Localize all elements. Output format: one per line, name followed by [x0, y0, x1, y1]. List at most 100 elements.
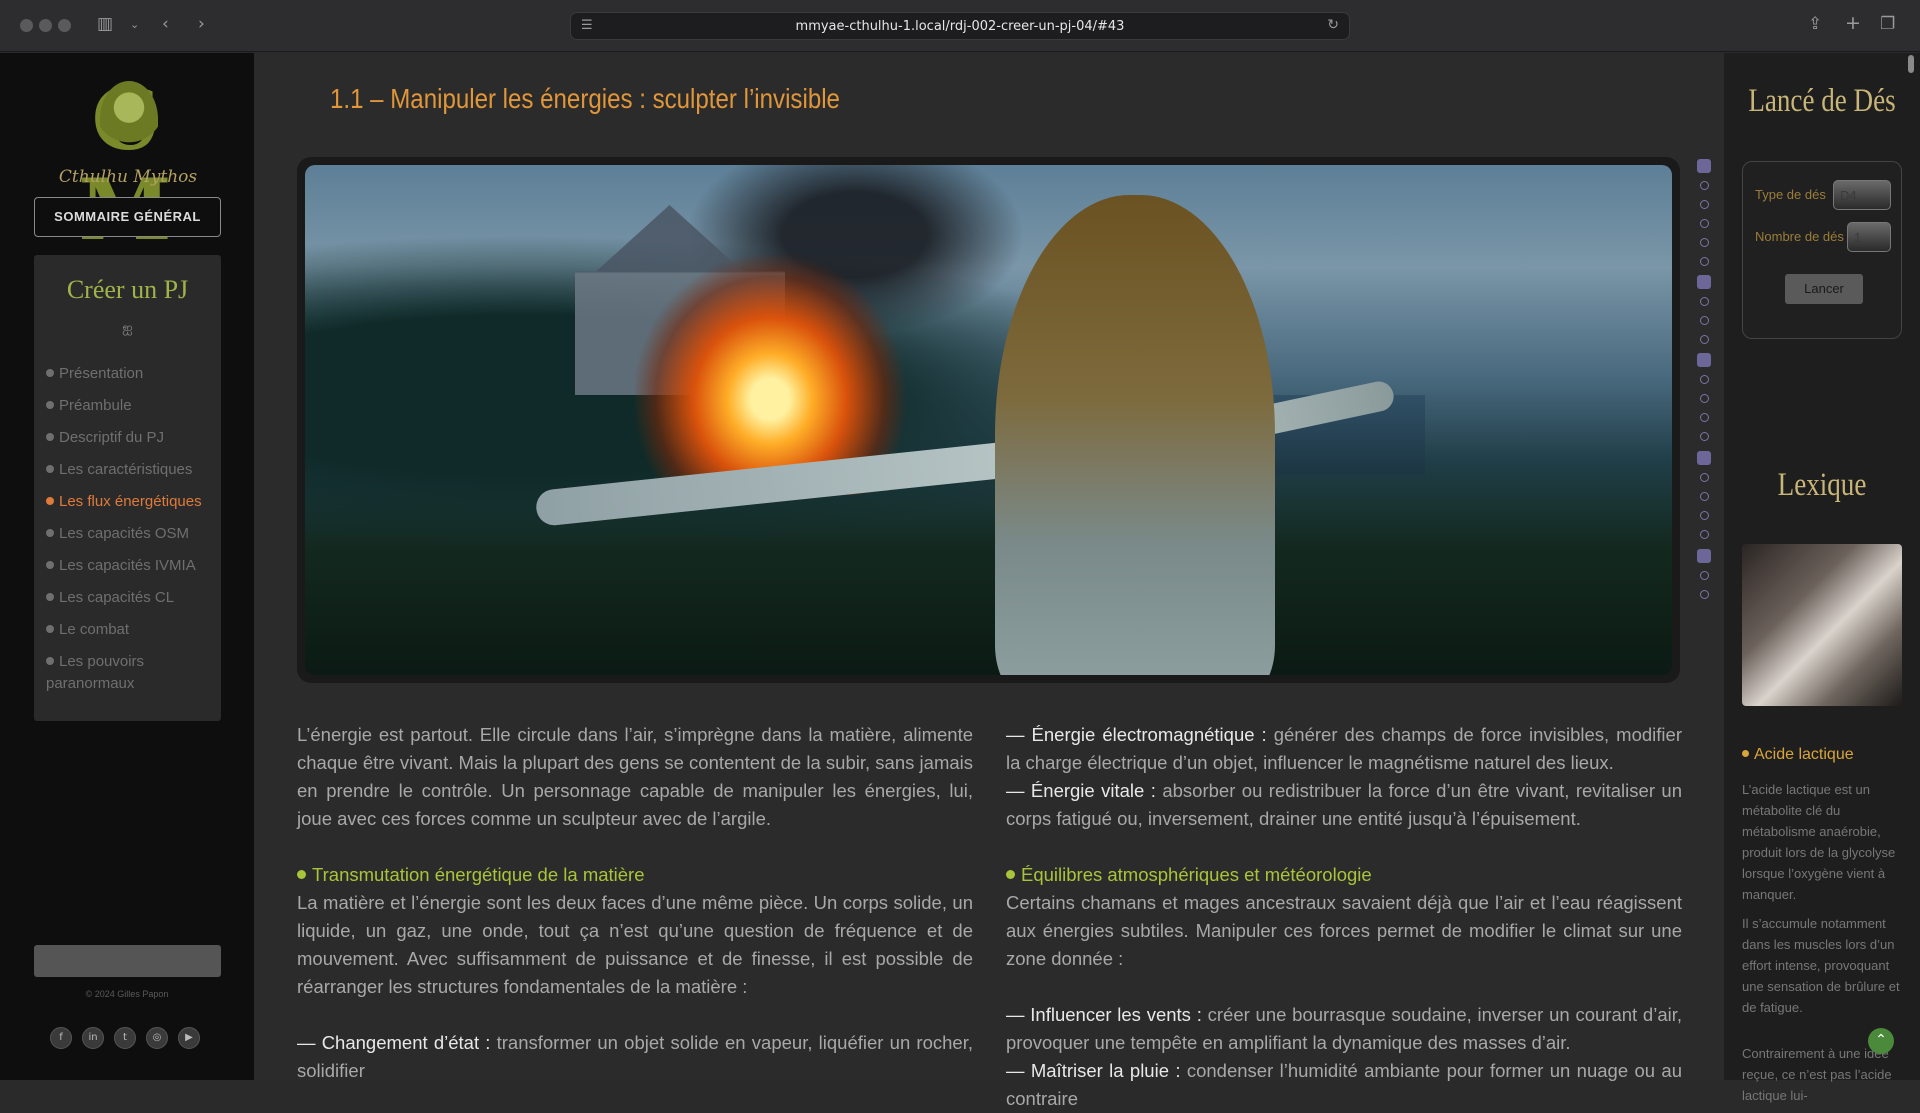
section-nav-dot[interactable]	[1700, 432, 1709, 441]
social-links: f in t ◎ ▶	[50, 1027, 220, 1049]
section-nav-dot[interactable]	[1700, 181, 1709, 190]
toc-item-label: Les capacités OSM	[59, 525, 190, 542]
section-nav-dot[interactable]	[1700, 297, 1709, 306]
toc-item-caracteristiques[interactable]: Les caractéristiques	[46, 459, 216, 481]
maitriser-pluie-item: — Maîtriser la pluie : condenser l’humid…	[1006, 1057, 1682, 1113]
changement-etat-item: — Changement d’état : transformer un obj…	[297, 1029, 973, 1085]
close-window-button[interactable]	[20, 19, 33, 32]
section-nav-square[interactable]	[1697, 275, 1711, 289]
toc-item-pouvoirs[interactable]: Les pouvoirs paranormaux	[46, 651, 216, 695]
hero-image-burning-house	[305, 165, 1672, 675]
instagram-icon[interactable]: ◎	[146, 1027, 168, 1049]
item-term: — Énergie vitale :	[1006, 780, 1156, 801]
section-nav-dot[interactable]	[1700, 511, 1709, 520]
item-term: — Maîtriser la pluie :	[1006, 1060, 1181, 1081]
intro-paragraph: L’énergie est partout. Elle circule dans…	[297, 724, 973, 829]
section-nav-square[interactable]	[1697, 353, 1711, 367]
lexique-paragraph: L’acide lactique est un métabolite clé d…	[1742, 782, 1896, 902]
facebook-icon[interactable]: f	[50, 1027, 72, 1049]
bullet-icon	[46, 433, 54, 441]
lexique-entry-title[interactable]: Acide lactique	[1742, 746, 1854, 764]
bullet-icon	[46, 561, 54, 569]
scroll-to-top-button[interactable]: ⌃	[1868, 1028, 1894, 1054]
toc-item-capacites-cl[interactable]: Les capacités CL	[46, 587, 216, 609]
item-term: — Influencer les vents :	[1006, 1004, 1202, 1025]
copyright-text: © 2024 Gilles Papon	[85, 989, 169, 999]
section-heading-text: Équilibres atmosphériques et météorologi…	[1021, 864, 1372, 885]
roll-dice-button[interactable]: Lancer	[1785, 274, 1863, 304]
dice-roller: Type de dés D4 Nombre de dés 1 Lancer	[1742, 161, 1902, 339]
section-nav-dot[interactable]	[1700, 238, 1709, 247]
sidebar-toggle-icon[interactable]: ▥	[97, 14, 113, 34]
toc-item-presentation[interactable]: Présentation	[46, 363, 216, 385]
section-nav-dot[interactable]	[1700, 590, 1709, 599]
section-nav-dot[interactable]	[1700, 335, 1709, 344]
twitter-icon[interactable]: t	[114, 1027, 136, 1049]
address-bar[interactable]: ☰ mmyae-cthulhu-1.local/rdj-002-creer-un…	[570, 12, 1350, 40]
item-term: — Changement d’état :	[297, 1032, 491, 1053]
share-icon[interactable]: ⇪	[1808, 14, 1822, 34]
zoom-window-button[interactable]	[58, 19, 71, 32]
toc-item-label: Présentation	[59, 365, 144, 382]
minimize-window-button[interactable]	[39, 19, 52, 32]
sidebar-search-input[interactable]	[34, 945, 221, 977]
page-scrollbar-thumb[interactable]	[1908, 55, 1914, 73]
section-nav-dot[interactable]	[1700, 413, 1709, 422]
tab-overview-icon[interactable]: ❐	[1880, 14, 1895, 34]
linkedin-icon[interactable]: in	[82, 1027, 104, 1049]
right-text-column: — Énergie électromagnétique : générer de…	[1006, 721, 1682, 1113]
section-nav-dot[interactable]	[1700, 530, 1709, 539]
bullet-icon	[46, 497, 54, 505]
lexique-title: Lexique	[1777, 467, 1867, 503]
toc-item-label: Descriptif du PJ	[59, 429, 165, 446]
section-nav-dot[interactable]	[1700, 257, 1709, 266]
youtube-icon[interactable]: ▶	[178, 1027, 200, 1049]
section-nav-dot[interactable]	[1700, 375, 1709, 384]
sommaire-general-button[interactable]: SOMMAIRE GÉNÉRAL	[34, 197, 221, 237]
dice-count-select[interactable]: 1	[1847, 222, 1891, 252]
page-title: 1.1 – Manipuler les énergies : sculpter …	[330, 83, 840, 114]
dice-count-label: Nombre de dés	[1755, 229, 1844, 244]
section-nav-dot[interactable]	[1700, 394, 1709, 403]
section-nav-square[interactable]	[1697, 451, 1711, 465]
right-sidebar: Lancé de Dés Type de dés D4 Nombre de dé…	[1724, 53, 1920, 1103]
toc-item-descriptif[interactable]: Descriptif du PJ	[46, 427, 216, 449]
section-nav-square[interactable]	[1697, 549, 1711, 563]
woman-figure-shape	[995, 195, 1275, 675]
toc-item-combat[interactable]: Le combat	[46, 619, 216, 641]
chevron-down-icon[interactable]: ⌄	[130, 18, 139, 31]
influencer-vents-item: — Influencer les vents : créer une bourr…	[1006, 1001, 1682, 1057]
section-nav-square[interactable]	[1697, 159, 1711, 173]
dice-type-select[interactable]: D4	[1833, 180, 1891, 210]
bullet-icon	[1006, 870, 1015, 879]
toc-item-preambule[interactable]: Préambule	[46, 395, 216, 417]
lexique-entry-label: Acide lactique	[1754, 746, 1854, 763]
section-nav-dot[interactable]	[1700, 200, 1709, 209]
new-tab-icon[interactable]: +	[1845, 12, 1861, 34]
section-nav-dot[interactable]	[1700, 316, 1709, 325]
back-arrow-icon[interactable]: ‹	[162, 14, 169, 34]
section-nav-rail	[1697, 159, 1711, 639]
toc-item-capacites-osm[interactable]: Les capacités OSM	[46, 523, 216, 545]
section-heading-text: Transmutation énergétique de la matière	[312, 864, 645, 885]
site-logo[interactable]: C M Cthulhu Mythos	[28, 75, 228, 255]
section-heading-transmutation: Transmutation énergétique de la matière	[297, 861, 973, 889]
chapter-toc: Créer un PJ ஐ Présentation Préambule Des…	[34, 255, 221, 721]
browser-toolbar: ▥ ⌄ ‹ › ☰ mmyae-cthulhu-1.local/rdj-002-…	[0, 0, 1920, 52]
reload-icon[interactable]: ↻	[1327, 17, 1339, 33]
section-nav-dot[interactable]	[1700, 571, 1709, 580]
section-nav-dot[interactable]	[1700, 492, 1709, 501]
toc-item-label: Préambule	[59, 397, 132, 414]
toc-item-capacites-ivmia[interactable]: Les capacités IVMIA	[46, 555, 216, 577]
forward-arrow-icon[interactable]: ›	[198, 14, 205, 34]
section-nav-dot[interactable]	[1700, 473, 1709, 482]
section-nav-dot[interactable]	[1700, 219, 1709, 228]
bullet-icon	[46, 625, 54, 633]
transmutation-paragraph: La matière et l’énergie sont les deux fa…	[297, 892, 973, 997]
toc-item-label: Les capacités IVMIA	[59, 557, 196, 574]
bullet-icon	[1742, 750, 1749, 757]
section-heading-equilibres: Équilibres atmosphériques et météorologi…	[1006, 861, 1682, 889]
item-term: — Énergie électromagnétique :	[1006, 724, 1267, 745]
dice-widget-title: Lancé de Dés	[1748, 83, 1896, 119]
toc-item-flux-energetiques[interactable]: Les flux énergétiques	[46, 491, 216, 513]
